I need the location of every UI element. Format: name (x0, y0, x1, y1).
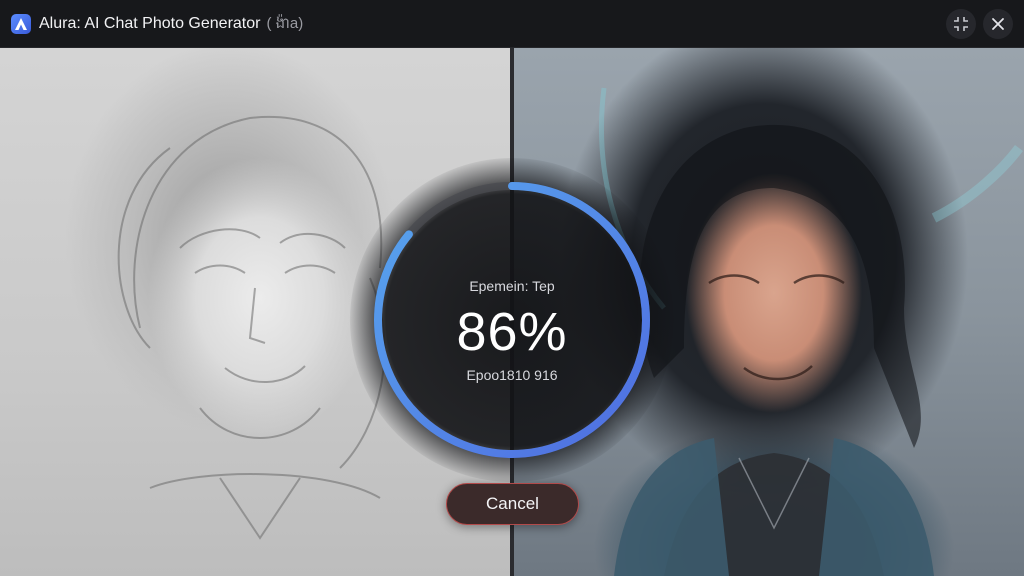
window-title-text: Alura: AI Chat Photo Generator (39, 15, 261, 32)
progress-stage-label: Epemein: Tep (469, 278, 555, 294)
window-title: Alura: AI Chat Photo Generator ( ង៉ាa) (39, 14, 303, 34)
app-logo-icon (11, 14, 31, 34)
progress-dialog: Epemein: Tep 86% Epoo1810 916 (340, 148, 684, 492)
app-window: Alura: AI Chat Photo Generator ( ង៉ាa) Ep… (0, 0, 1024, 576)
close-button[interactable] (983, 9, 1013, 39)
progress-percent: 86% (456, 302, 568, 362)
cancel-button[interactable]: Cancel (446, 483, 579, 525)
shrink-icon (954, 17, 968, 31)
progress-sub-label: Epoo1810 916 (466, 367, 558, 383)
shrink-button[interactable] (946, 9, 976, 39)
image-compare-area: Epemein: Tep 86% Epoo1810 916 Cancel (0, 48, 1024, 576)
window-title-suffix: ( ង៉ាa) (266, 15, 304, 32)
close-icon (992, 18, 1004, 30)
title-bar: Alura: AI Chat Photo Generator ( ង៉ាa) (0, 0, 1024, 48)
